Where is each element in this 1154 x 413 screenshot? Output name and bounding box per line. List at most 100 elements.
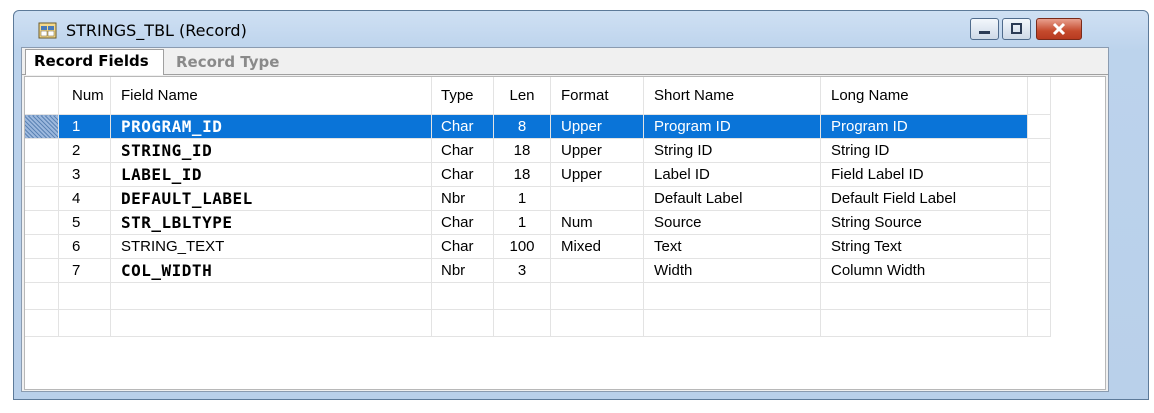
cell-num[interactable]: 3: [58, 162, 111, 187]
cell-len[interactable]: 3: [493, 258, 551, 283]
tab-strip: Record Fields Record Type: [22, 48, 1108, 75]
cell-field-name[interactable]: PROGRAM_ID: [110, 114, 432, 139]
cell-num[interactable]: 6: [58, 234, 111, 259]
cell-filler: [1027, 138, 1051, 163]
cell-num[interactable]: 1: [58, 114, 111, 139]
cell-type[interactable]: Nbr: [431, 186, 494, 211]
window-title: STRINGS_TBL (Record): [66, 21, 247, 40]
cell-format[interactable]: [550, 186, 644, 211]
cell-len[interactable]: 100: [493, 234, 551, 259]
empty-row[interactable]: [25, 282, 1051, 310]
cell-field-name[interactable]: LABEL_ID: [110, 162, 432, 187]
table-row[interactable]: 3 LABEL_ID Char 18 Upper Label ID Field Label …: [25, 162, 1051, 187]
cell-short-name[interactable]: Text: [643, 234, 821, 259]
table-row[interactable]: 4 DEFAULT_LABEL Nbr 1 Default Label Default F…: [25, 186, 1051, 211]
empty-cell: [493, 309, 551, 337]
cell-long-name[interactable]: Program ID: [820, 114, 1028, 139]
table-row[interactable]: 2 STRING_ID Char 18 Upper String ID String ID: [25, 138, 1051, 163]
col-header-format[interactable]: Format: [550, 77, 644, 115]
cell-field-name[interactable]: DEFAULT_LABEL: [110, 186, 432, 211]
row-selector[interactable]: [25, 258, 59, 283]
cell-type[interactable]: Char: [431, 138, 494, 163]
empty-cell: [110, 282, 432, 310]
cell-format[interactable]: Upper: [550, 162, 644, 187]
empty-cell: [493, 282, 551, 310]
cell-short-name[interactable]: Program ID: [643, 114, 821, 139]
row-selector[interactable]: [25, 234, 59, 259]
row-selector[interactable]: [25, 138, 59, 163]
cell-len[interactable]: 18: [493, 162, 551, 187]
empty-cell: [431, 282, 494, 310]
header-row: Num Field Name Type Len Format Short Nam…: [25, 77, 1051, 115]
record-fields-grid[interactable]: Num Field Name Type Len Format Short Nam…: [24, 76, 1106, 390]
cell-type[interactable]: Char: [431, 210, 494, 235]
cell-field-name[interactable]: STRING_TEXT: [110, 234, 432, 259]
table-row[interactable]: 1 PROGRAM_ID Char 8 Upper Program ID Program I…: [25, 114, 1051, 139]
cell-len[interactable]: 1: [493, 210, 551, 235]
empty-cell: [820, 282, 1028, 310]
col-header-field-name[interactable]: Field Name: [110, 77, 432, 115]
minimize-button[interactable]: [970, 18, 999, 40]
col-header-short-name[interactable]: Short Name: [643, 77, 821, 115]
cell-short-name[interactable]: Source: [643, 210, 821, 235]
cell-len[interactable]: 8: [493, 114, 551, 139]
cell-long-name[interactable]: String ID: [820, 138, 1028, 163]
cell-format[interactable]: Upper: [550, 138, 644, 163]
title-bar[interactable]: STRINGS_TBL (Record): [14, 11, 1148, 47]
cell-long-name[interactable]: String Source: [820, 210, 1028, 235]
empty-cell: [550, 309, 644, 337]
cell-num[interactable]: 2: [58, 138, 111, 163]
cell-field-name[interactable]: STRING_ID: [110, 138, 432, 163]
cell-type[interactable]: Char: [431, 234, 494, 259]
cell-long-name[interactable]: Column Width: [820, 258, 1028, 283]
empty-cell: [1027, 309, 1051, 337]
table-row[interactable]: 7 COL_WIDTH Nbr 3 Width Column Width: [25, 258, 1051, 283]
cell-format[interactable]: Num: [550, 210, 644, 235]
cell-long-name[interactable]: Default Field Label: [820, 186, 1028, 211]
row-selector[interactable]: [25, 210, 59, 235]
cell-num[interactable]: 5: [58, 210, 111, 235]
cell-long-name[interactable]: String Text: [820, 234, 1028, 259]
col-header-num[interactable]: Num: [58, 77, 111, 115]
cell-format[interactable]: Upper: [550, 114, 644, 139]
cell-num[interactable]: 7: [58, 258, 111, 283]
col-header-type[interactable]: Type: [431, 77, 494, 115]
cell-field-name[interactable]: STR_LBLTYPE: [110, 210, 432, 235]
cell-short-name[interactable]: Default Label: [643, 186, 821, 211]
col-header-len[interactable]: Len: [493, 77, 551, 115]
cell-short-name[interactable]: Label ID: [643, 162, 821, 187]
cell-long-name[interactable]: Field Label ID: [820, 162, 1028, 187]
cell-num[interactable]: 4: [58, 186, 111, 211]
minimize-icon: [979, 31, 990, 34]
cell-len[interactable]: 1: [493, 186, 551, 211]
tab-record-type[interactable]: Record Type: [168, 51, 288, 74]
cell-type[interactable]: Nbr: [431, 258, 494, 283]
empty-cell: [58, 282, 111, 310]
tab-record-fields[interactable]: Record Fields: [25, 49, 164, 75]
col-header-long-name[interactable]: Long Name: [820, 77, 1028, 115]
cell-type[interactable]: Char: [431, 114, 494, 139]
cell-short-name[interactable]: String ID: [643, 138, 821, 163]
cell-short-name[interactable]: Width: [643, 258, 821, 283]
empty-cell: [643, 282, 821, 310]
cell-filler: [1027, 162, 1051, 187]
cell-format[interactable]: Mixed: [550, 234, 644, 259]
row-selector-header: [25, 77, 59, 115]
empty-cell: [643, 309, 821, 337]
cell-type[interactable]: Char: [431, 162, 494, 187]
empty-cell: [110, 309, 432, 337]
row-selector[interactable]: [25, 114, 59, 139]
empty-cell: [820, 309, 1028, 337]
cell-format[interactable]: [550, 258, 644, 283]
record-icon: [38, 22, 57, 39]
close-button[interactable]: [1036, 18, 1082, 40]
empty-cell: [1027, 282, 1051, 310]
row-selector[interactable]: [25, 162, 59, 187]
maximize-button[interactable]: [1002, 18, 1031, 40]
cell-field-name[interactable]: COL_WIDTH: [110, 258, 432, 283]
empty-row[interactable]: [25, 309, 1051, 337]
table-row[interactable]: 6 STRING_TEXT Char 100 Mixed Text String Text: [25, 234, 1051, 259]
table-row[interactable]: 5 STR_LBLTYPE Char 1 Num Source String Source: [25, 210, 1051, 235]
row-selector[interactable]: [25, 186, 59, 211]
cell-len[interactable]: 18: [493, 138, 551, 163]
